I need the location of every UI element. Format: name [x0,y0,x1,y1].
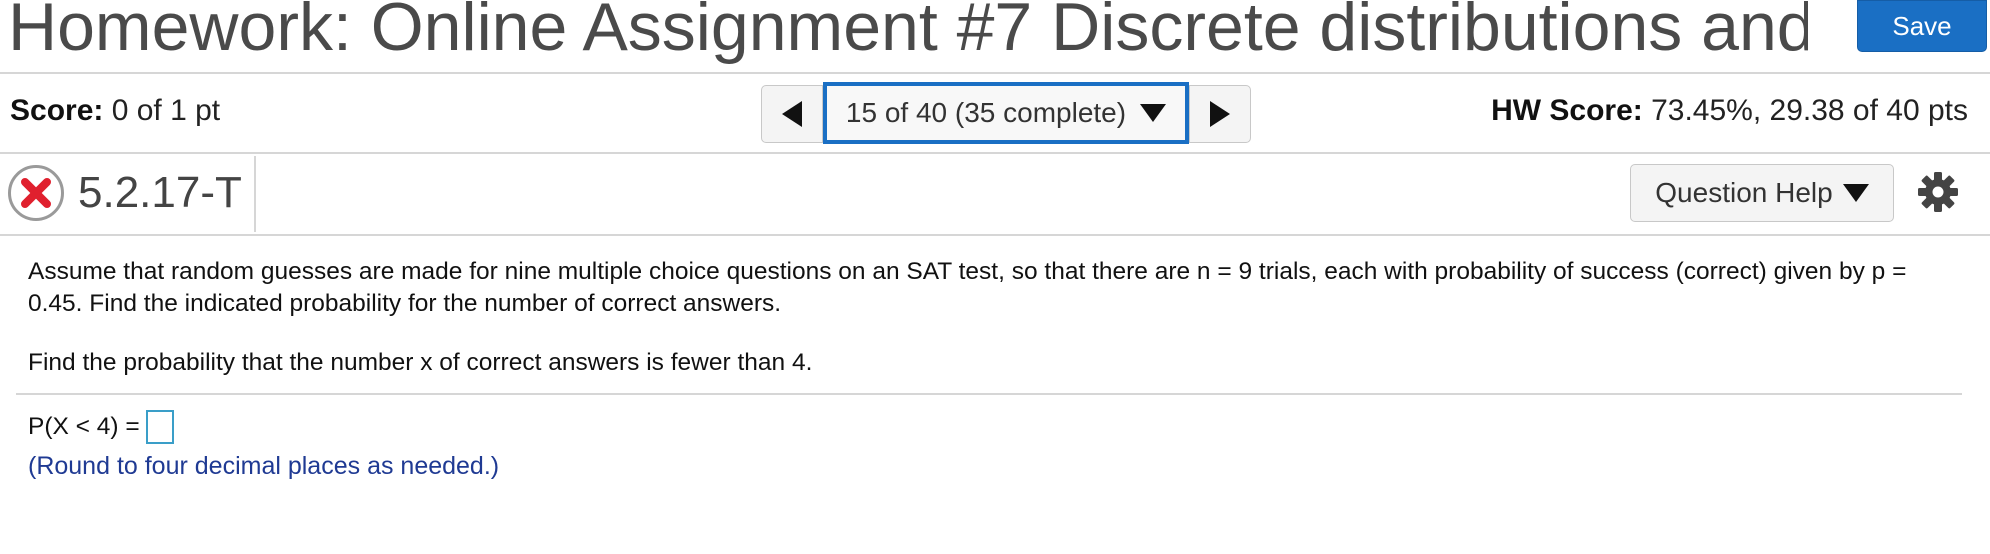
chevron-down-icon [1140,104,1167,122]
question-bar: 5.2.17-T Question Help [0,154,1990,236]
triangle-left-icon [782,101,802,127]
score-bar: Score: 0 of 1 pt 15 of 40 (35 complete) … [0,74,1990,154]
problem-task: Find the probability that the number x o… [28,349,813,376]
hw-score: HW Score: 73.45%, 29.38 of 40 pts [1491,94,1968,128]
problem-statement: Assume that random guesses are made for … [28,258,1907,317]
divider [254,156,256,232]
title-bar: Homework: Online Assignment #7 Discrete … [0,0,1990,74]
page-title: Homework: Online Assignment #7 Discrete … [8,0,1808,65]
score-value: 0 of 1 pt [111,94,221,127]
answer-label: P(X < 4) = [28,413,140,440]
question-select-dropdown[interactable]: 15 of 40 (35 complete) [823,82,1189,144]
next-question-button[interactable] [1189,85,1251,143]
score-label: Score: [10,94,104,127]
rounding-hint: (Round to four decimal places as needed.… [28,452,500,480]
question-score: Score: 0 of 1 pt [10,94,220,128]
previous-question-button[interactable] [761,85,823,143]
gear-icon[interactable] [1916,170,1960,214]
question-id: 5.2.17-T [78,168,242,217]
answer-row: P(X < 4) = [28,410,174,444]
chevron-down-icon [1842,184,1869,202]
question-help-button[interactable]: Question Help [1630,164,1894,222]
problem-text: Assume that random guesses are made for … [28,256,1948,379]
hw-score-label: HW Score: [1491,94,1643,127]
question-help-label: Question Help [1655,177,1833,208]
incorrect-x-icon [8,165,64,221]
divider [16,393,1962,395]
question-navigator: 15 of 40 (35 complete) [761,82,1251,144]
question-select-value: 15 of 40 (35 complete) [845,97,1127,128]
triangle-right-icon [1210,101,1230,127]
answer-input[interactable] [145,410,174,444]
hw-score-value: 73.45%, 29.38 of 40 pts [1651,94,1968,127]
save-button[interactable]: Save [1857,0,1987,52]
